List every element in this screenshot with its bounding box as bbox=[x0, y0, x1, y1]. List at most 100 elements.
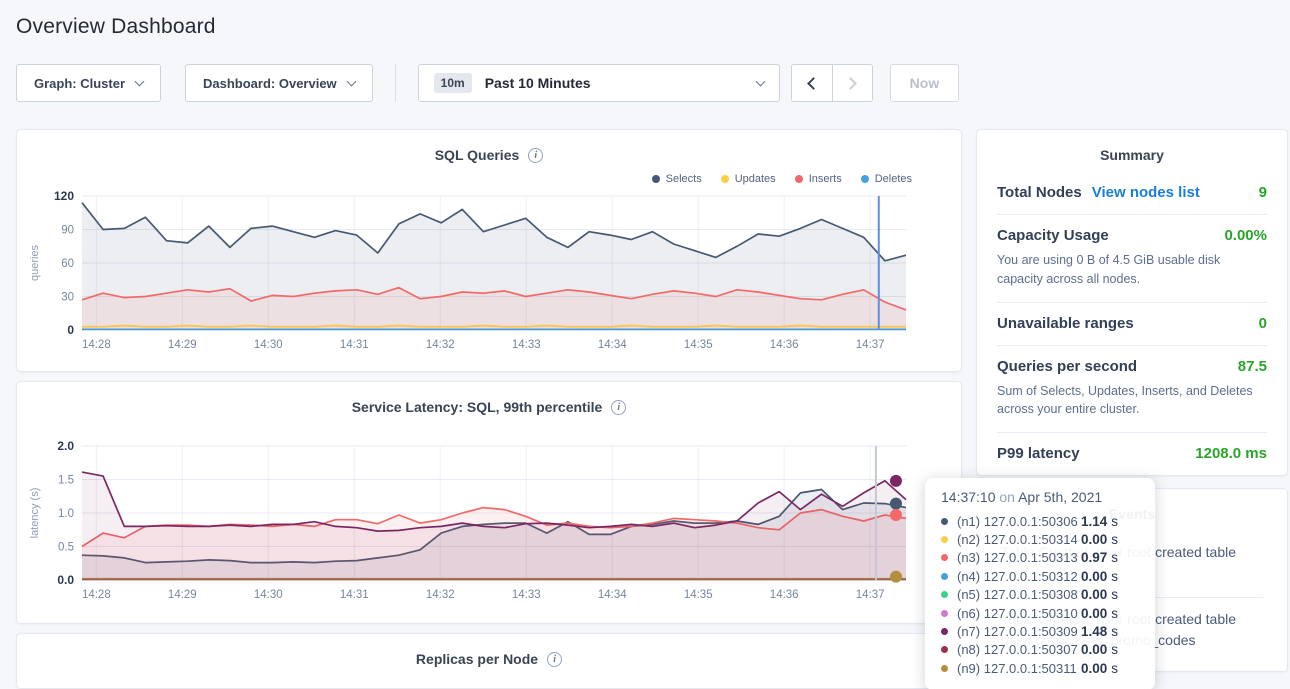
tooltip-rows: (n1) 127.0.0.1:503061.14s(n2) 127.0.0.1:… bbox=[941, 512, 1139, 678]
svg-text:14:32: 14:32 bbox=[426, 589, 455, 601]
stat-description: You are using 0 B of 4.5 GiB usable disk… bbox=[997, 251, 1267, 289]
time-next-button[interactable] bbox=[832, 65, 872, 101]
node-latency-value: 0.00 bbox=[1081, 532, 1107, 547]
latency-unit: s bbox=[1111, 606, 1118, 621]
tooltip-connector: on bbox=[999, 489, 1015, 505]
legend-item-selects[interactable]: Selects bbox=[652, 173, 702, 185]
svg-text:60: 60 bbox=[61, 258, 74, 270]
chart-title: Replicas per Node bbox=[416, 651, 538, 667]
node-latency-value: 0.00 bbox=[1081, 606, 1107, 621]
legend-label: Updates bbox=[735, 173, 776, 185]
node-color-dot bbox=[941, 665, 948, 672]
node-latency-value: 0.00 bbox=[1081, 587, 1107, 602]
svg-text:2.0: 2.0 bbox=[57, 439, 74, 453]
legend-dot bbox=[721, 175, 729, 183]
svg-text:0.0: 0.0 bbox=[57, 573, 74, 587]
tooltip-date: Apr 5th, 2021 bbox=[1018, 489, 1102, 505]
summary-capacity-usage: Capacity Usage0.00%You are using 0 B of … bbox=[997, 214, 1267, 302]
svg-text:14:32: 14:32 bbox=[426, 339, 455, 351]
svg-text:14:33: 14:33 bbox=[512, 339, 541, 351]
summary-p99-latency: P99 latency1208.0 ms bbox=[997, 432, 1267, 475]
sql-latency-panel: Service Latency: SQL, 99th percentile i … bbox=[16, 381, 962, 624]
svg-text:14:34: 14:34 bbox=[598, 339, 627, 351]
tooltip-row: (n6) 127.0.0.1:503100.00 s bbox=[941, 604, 1139, 622]
latency-unit: s bbox=[1111, 642, 1118, 657]
node-color-dot bbox=[941, 628, 948, 635]
node-address: (n5) 127.0.0.1:50308 bbox=[957, 587, 1081, 602]
svg-text:14:34: 14:34 bbox=[598, 589, 627, 601]
stat-label: P99 latency bbox=[997, 445, 1080, 462]
summary-rows: Total NodesView nodes list9Capacity Usag… bbox=[977, 172, 1287, 475]
tooltip-row: (n1) 127.0.0.1:503061.14s bbox=[941, 512, 1139, 530]
svg-text:0: 0 bbox=[67, 323, 74, 337]
overview-dashboard-page: Overview Dashboard Graph: Cluster Dashbo… bbox=[0, 0, 1290, 689]
dashboard-dropdown[interactable]: Dashboard: Overview bbox=[185, 64, 373, 102]
svg-text:queries: queries bbox=[29, 244, 41, 281]
node-address: (n6) 127.0.0.1:50310 bbox=[957, 606, 1081, 621]
now-button[interactable]: Now bbox=[890, 64, 960, 102]
legend-item-deletes[interactable]: Deletes bbox=[861, 173, 912, 185]
sql-latency-svg: 14:2814:2914:3014:3114:3214:3314:3414:35… bbox=[26, 436, 952, 612]
svg-text:14:37: 14:37 bbox=[856, 339, 885, 351]
chevron-down-icon bbox=[755, 76, 765, 86]
tooltip-row: (n9) 127.0.0.1:503110.00 s bbox=[941, 659, 1139, 677]
time-range-label: Past 10 Minutes bbox=[485, 75, 757, 91]
svg-text:1.0: 1.0 bbox=[58, 508, 74, 520]
svg-text:0.5: 0.5 bbox=[58, 542, 74, 554]
view-nodes-link[interactable]: View nodes list bbox=[1092, 184, 1200, 201]
replicas-panel: Replicas per Node i bbox=[16, 633, 962, 689]
legend-label: Inserts bbox=[809, 173, 842, 185]
tooltip-time: 14:37:10 bbox=[941, 489, 996, 505]
legend-item-updates[interactable]: Updates bbox=[721, 173, 776, 185]
svg-text:14:29: 14:29 bbox=[168, 339, 197, 351]
svg-text:14:30: 14:30 bbox=[254, 589, 283, 601]
node-latency-value: 1.14 bbox=[1081, 514, 1107, 529]
chart-title-row: Replicas per Node i bbox=[26, 646, 952, 672]
svg-text:14:36: 14:36 bbox=[770, 339, 799, 351]
sql-queries-svg: 14:2814:2914:3014:3114:3214:3314:3414:35… bbox=[26, 188, 952, 360]
node-color-dot bbox=[941, 518, 948, 525]
tooltip-row: (n4) 127.0.0.1:503120.00s bbox=[941, 567, 1139, 585]
chart-title-row: Service Latency: SQL, 99th percentile i bbox=[26, 394, 952, 420]
time-range-dropdown[interactable]: 10m Past 10 Minutes bbox=[418, 64, 780, 102]
svg-text:30: 30 bbox=[61, 292, 74, 304]
controls-bar: Graph: Cluster Dashboard: Overview 10m P… bbox=[16, 64, 1274, 102]
node-latency-value: 0.00 bbox=[1081, 661, 1107, 676]
info-icon[interactable]: i bbox=[611, 400, 626, 415]
node-color-dot bbox=[941, 591, 948, 598]
latency-unit: s bbox=[1111, 532, 1118, 547]
svg-text:14:30: 14:30 bbox=[254, 339, 283, 351]
charts-column: SQL Queries i SelectsUpdatesInsertsDelet… bbox=[16, 129, 962, 689]
legend-dot bbox=[652, 175, 660, 183]
summary-queries-per-second: Queries per second87.5Sum of Selects, Up… bbox=[997, 345, 1267, 433]
summary-total-nodes: Total NodesView nodes list9 bbox=[997, 172, 1267, 214]
stat-label: Capacity Usage bbox=[997, 227, 1109, 244]
chart-legend: Selects Updates Inserts Deletes bbox=[26, 171, 912, 186]
svg-text:14:35: 14:35 bbox=[684, 589, 713, 601]
latency-unit: s bbox=[1111, 661, 1118, 676]
chevron-left-icon bbox=[807, 77, 820, 90]
graph-scope-label: Graph: Cluster bbox=[34, 76, 125, 91]
info-icon[interactable]: i bbox=[547, 652, 562, 667]
svg-text:14:31: 14:31 bbox=[340, 339, 369, 351]
svg-text:120: 120 bbox=[54, 189, 74, 203]
node-address: (n9) 127.0.0.1:50311 bbox=[957, 661, 1081, 676]
graph-scope-dropdown[interactable]: Graph: Cluster bbox=[16, 64, 161, 102]
svg-text:14:29: 14:29 bbox=[168, 589, 197, 601]
sql-queries-chart[interactable]: 14:2814:2914:3014:3114:3214:3314:3414:35… bbox=[26, 188, 952, 365]
chevron-down-icon bbox=[135, 76, 145, 86]
info-icon[interactable]: i bbox=[528, 148, 543, 163]
svg-text:14:28: 14:28 bbox=[82, 339, 111, 351]
tooltip-row: (n8) 127.0.0.1:503070.00s bbox=[941, 641, 1139, 659]
svg-text:14:28: 14:28 bbox=[82, 589, 111, 601]
svg-text:latency (s): latency (s) bbox=[29, 488, 41, 539]
sql-latency-chart[interactable]: 14:2814:2914:3014:3114:3214:3314:3414:35… bbox=[26, 436, 952, 617]
time-prev-button[interactable] bbox=[792, 65, 832, 101]
svg-text:14:37: 14:37 bbox=[856, 589, 885, 601]
node-address: (n3) 127.0.0.1:50313 bbox=[957, 550, 1081, 565]
chart-tooltip: 14:37:10 on Apr 5th, 2021 (n1) 127.0.0.1… bbox=[925, 478, 1155, 689]
svg-text:14:33: 14:33 bbox=[512, 589, 541, 601]
node-address: (n8) 127.0.0.1:50307 bbox=[957, 642, 1081, 657]
node-color-dot bbox=[941, 554, 948, 561]
legend-item-inserts[interactable]: Inserts bbox=[795, 173, 842, 185]
